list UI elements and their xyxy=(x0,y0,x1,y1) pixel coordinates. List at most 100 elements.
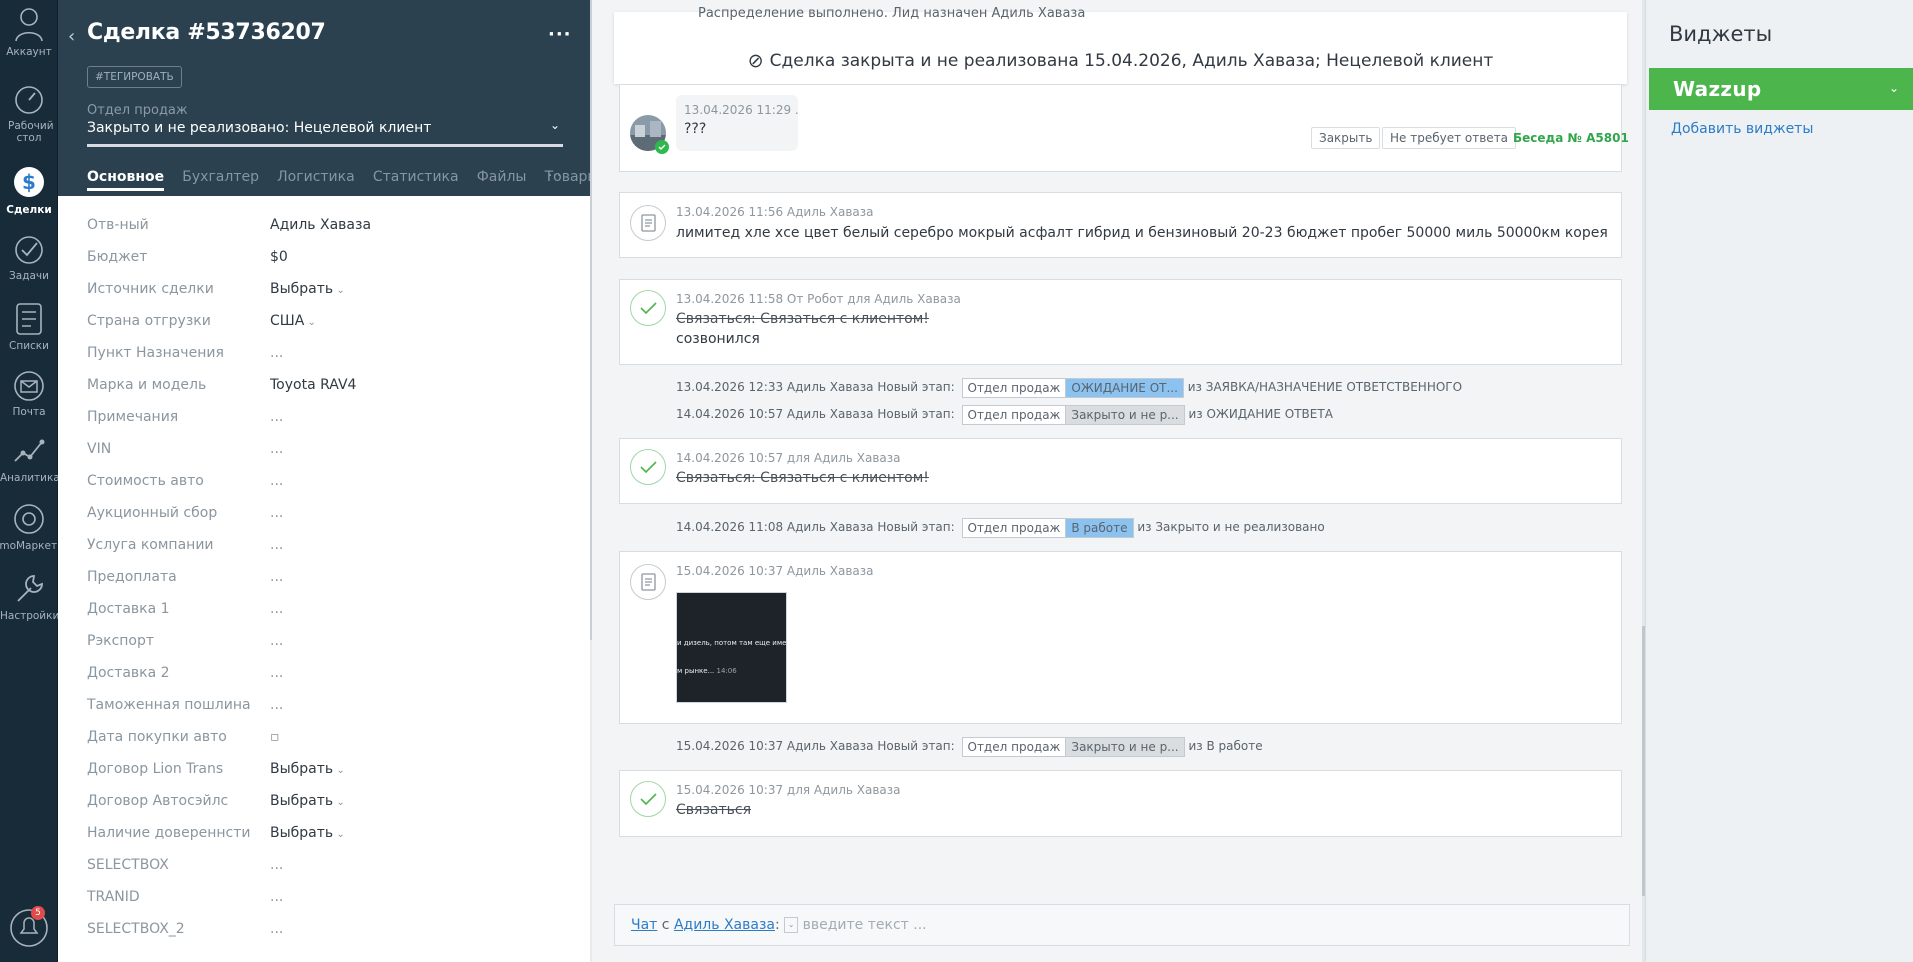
nav-tasks[interactable]: Задачи xyxy=(0,234,58,282)
mail-icon xyxy=(14,371,44,401)
deal-field-row: Рэкспорт... xyxy=(87,626,577,658)
deal-field-label: Наличие довереннсти xyxy=(87,825,251,841)
wazzup-widget[interactable]: Wazzup ⌄ xyxy=(1649,68,1913,110)
tab-main[interactable]: Основное xyxy=(87,166,165,191)
notifications-bell-icon[interactable] xyxy=(6,904,52,950)
chevron-down-icon[interactable]: ⌄ xyxy=(1889,81,1899,95)
wazzup-title: Wazzup xyxy=(1673,77,1762,101)
note-icon xyxy=(630,205,666,241)
deal-field-value[interactable]: ... xyxy=(270,665,283,681)
deal-field-value[interactable]: ... xyxy=(270,889,283,905)
deal-field-row: Пункт Назначения... xyxy=(87,338,577,370)
close-chat-button[interactable]: Закрыть xyxy=(1311,127,1381,149)
tag-button[interactable]: #ТЕГИРОВАТЬ xyxy=(87,66,182,88)
deal-title[interactable]: Сделка #53736207 xyxy=(87,20,326,45)
deal-field-label: Марка и модель xyxy=(87,377,207,393)
closed-deal-label: Сделка закрыта и не реализована 15.04.20… xyxy=(769,51,1494,71)
nav-lists[interactable]: Списки xyxy=(0,302,58,352)
stage-change-line: 14.04.2026 10:57 Адиль Хаваза Новый этап… xyxy=(676,404,1333,425)
deal-field-value[interactable]: ... xyxy=(270,505,283,521)
deal-field-value[interactable]: ... xyxy=(270,537,283,553)
deal-field-label: Дата покупки авто xyxy=(87,729,227,745)
deal-status-select[interactable]: Закрыто и не реализовано: Нецелевой клие… xyxy=(87,120,431,136)
no-reply-button[interactable]: Не требует ответа xyxy=(1382,127,1517,149)
deal-field-value[interactable]: США ⌄ xyxy=(270,313,316,329)
deal-field-value[interactable]: Выбрать ⌄ xyxy=(270,761,345,777)
deal-field-value[interactable]: ... xyxy=(270,409,283,425)
nav-account[interactable]: Аккаунт xyxy=(0,6,58,58)
nav-dashboard[interactable]: Рабочий стол xyxy=(0,84,58,144)
back-arrow-icon[interactable]: ‹ xyxy=(68,26,75,47)
attached-image[interactable]: и дизель, потом там еще имеются м рынке.… xyxy=(676,592,787,703)
deal-field-value[interactable]: Toyota RAV4 xyxy=(270,377,356,393)
nav-market[interactable]: amoМаркет xyxy=(0,502,58,552)
deal-feed: Распределение выполнено. Лид назначен Ад… xyxy=(592,0,1645,962)
chevron-down-icon[interactable]: ⌄ xyxy=(550,118,560,132)
deal-field-value[interactable]: ... xyxy=(270,697,283,713)
deal-field-row: Договор Lion Trans Выбрать ⌄ xyxy=(87,754,577,786)
task-title: Связаться: Связаться с клиентом! xyxy=(676,470,929,486)
tab-files[interactable]: Файлы xyxy=(477,166,527,188)
nav-market-label: amoМаркет xyxy=(0,540,58,552)
tab-accounting[interactable]: Бухгалтер xyxy=(182,166,259,188)
deal-field-value[interactable]: Выбрать ⌄ xyxy=(270,793,345,809)
nav-settings[interactable]: Настройки xyxy=(0,572,58,622)
tabs-more-icon[interactable]: ··· xyxy=(548,168,561,184)
tab-statistics[interactable]: Статистика xyxy=(373,166,459,188)
deal-card: ‹ Сделка #53736207 ··· #ТЕГИРОВАТЬ Отдел… xyxy=(58,0,598,962)
nav-analytics[interactable]: Аналитика xyxy=(0,434,58,484)
stage-name: В работе xyxy=(1065,518,1133,537)
task-item: 15.04.2026 10:37 для Адиль Хаваза Связат… xyxy=(619,770,1622,837)
stage-name: ОЖИДАНИЕ ОТ... xyxy=(1065,378,1183,397)
chat-type-link[interactable]: Чат xyxy=(631,917,657,933)
deal-field-value[interactable]: ... xyxy=(270,441,283,457)
task-title: Связаться: Связаться с клиентом! xyxy=(676,311,929,327)
lists-icon xyxy=(16,303,42,335)
message-input[interactable]: введите текст ... xyxy=(803,917,927,933)
add-widgets-link[interactable]: Добавить виджеты xyxy=(1671,121,1813,137)
deal-field-label: Договор Lion Trans xyxy=(87,761,224,777)
deal-field-value[interactable]: Выбрать ⌄ xyxy=(270,281,345,297)
deal-field-label: Доставка 2 xyxy=(87,665,170,681)
deal-field-row: Аукционный сбор... xyxy=(87,498,577,530)
deal-field-value[interactable]: ... xyxy=(270,345,283,361)
chevron-down-icon[interactable]: ⌄ xyxy=(784,917,799,933)
image-caption-line: м рынке... 14:06 xyxy=(677,667,737,675)
deal-field-row: Услуга компании... xyxy=(87,530,577,562)
deal-field-value[interactable]: $0 xyxy=(270,249,288,265)
deal-field-value[interactable]: Выбрать ⌄ xyxy=(270,825,345,841)
deal-field-label: Услуга компании xyxy=(87,537,214,553)
deal-field-row: TRANID... xyxy=(87,882,577,914)
nav-deals[interactable]: $ Сделки xyxy=(0,164,58,216)
deal-field-row: Доставка 1... xyxy=(87,594,577,626)
nav-lists-label: Списки xyxy=(9,340,49,352)
deal-field-value[interactable]: ▫ xyxy=(270,729,280,745)
note-item: 13.04.2026 11:56 Адиль Хаваза лимитед хл… xyxy=(619,192,1622,258)
main-nav-rail: Аккаунт Рабочий стол $ Сделки Задачи Спи… xyxy=(0,0,58,962)
deal-field-value[interactable]: ... xyxy=(270,569,283,585)
deal-field-value[interactable]: ... xyxy=(270,473,283,489)
nav-account-label: Аккаунт xyxy=(6,46,52,58)
deal-field-row: Источник сделки Выбрать ⌄ xyxy=(87,274,577,306)
note-text: лимитед хле хсе цвет белый серебро мокры… xyxy=(676,225,1608,241)
recipient-link[interactable]: Адиль Хаваза xyxy=(674,917,775,933)
deal-field-value[interactable]: ... xyxy=(270,857,283,873)
deal-field-value[interactable]: ... xyxy=(270,601,283,617)
deal-field-value[interactable]: ... xyxy=(270,921,283,937)
deal-field-value[interactable]: ... xyxy=(270,633,283,649)
deal-field-label: Таможенная пошлина xyxy=(87,697,251,713)
nav-mail[interactable]: Почта xyxy=(0,370,58,418)
deal-field-value[interactable]: Адиль Хаваза xyxy=(270,217,371,233)
message-composer[interactable]: Чат с Адиль Хаваза: ⌄ введите текст ... xyxy=(614,904,1630,946)
conversation-link[interactable]: Беседа № A5801 xyxy=(1513,131,1629,145)
deal-field-row: Стоимость авто... xyxy=(87,466,577,498)
card-tabs: Основное Бухгалтер Логистика Статистика … xyxy=(87,166,612,192)
more-dots-icon[interactable]: ··· xyxy=(548,24,572,45)
deal-field-label: VIN xyxy=(87,441,112,457)
tab-logistics[interactable]: Логистика xyxy=(277,166,355,188)
notifications-badge: 5 xyxy=(31,906,45,920)
note-meta: 13.04.2026 11:56 Адиль Хаваза xyxy=(676,205,874,219)
composer-with: с xyxy=(661,917,670,933)
task-meta: 15.04.2026 10:37 для Адиль Хаваза xyxy=(676,783,901,797)
task-item: 13.04.2026 11:58 От Робот для Адиль Хава… xyxy=(619,279,1622,365)
